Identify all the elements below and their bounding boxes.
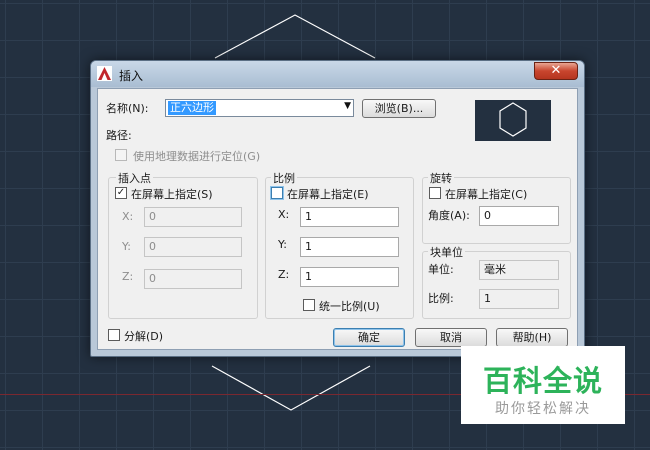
watermark-title: 百科全说 (482, 364, 603, 398)
insertion-z-input[interactable]: 0 (144, 269, 242, 289)
scale-specify-label: 在屏幕上指定(E) (287, 188, 369, 201)
block-unit-title: 块单位 (428, 244, 465, 260)
rotation-specify-checkbox[interactable] (429, 187, 441, 199)
scale-title: 比例 (271, 170, 297, 186)
insertion-x-label: X: (122, 210, 134, 223)
scale-z-label: Z: (278, 268, 290, 281)
path-label: 路径: (106, 129, 132, 142)
insertion-x-input[interactable]: 0 (144, 207, 242, 227)
scale-x-label: X: (278, 208, 290, 221)
watermark-subtitle: 助你轻松解决 (495, 401, 591, 417)
insert-dialog: 插入 ✕ 名称(N): 正六边形 ▼ 浏览(B)... 路径: 使用地理数据进行… (90, 60, 585, 357)
scale-y-label: Y: (278, 238, 287, 251)
angle-input[interactable]: 0 (479, 206, 559, 226)
dialog-title: 插入 (119, 69, 144, 83)
hexagon-top-edges (214, 14, 376, 59)
unit-value: 毫米 (479, 260, 559, 280)
dialog-titlebar[interactable]: 插入 ✕ (91, 61, 584, 87)
close-button[interactable]: ✕ (534, 62, 578, 80)
dropdown-arrow-icon[interactable]: ▼ (344, 101, 351, 111)
autocad-logo-icon (97, 66, 112, 81)
hexagon-preview-icon (499, 102, 527, 137)
explode-label: 分解(D) (124, 330, 164, 343)
insertion-y-input[interactable]: 0 (144, 237, 242, 257)
scale-specify-checkbox[interactable] (271, 187, 283, 199)
insertion-z-label: Z: (122, 270, 134, 283)
ok-button[interactable]: 确定 (333, 328, 405, 347)
uniform-scale-label: 统一比例(U) (319, 300, 380, 313)
explode-checkbox[interactable] (108, 329, 120, 341)
watermark-badge: 百科全说 助你轻松解决 (461, 346, 625, 424)
insertion-y-label: Y: (122, 240, 131, 253)
hexagon-bottom-edges (211, 365, 371, 411)
insertion-specify-label: 在屏幕上指定(S) (131, 188, 213, 201)
scale-y-input[interactable]: 1 (300, 237, 399, 257)
block-preview (475, 100, 551, 141)
rotation-title: 旋转 (428, 170, 454, 186)
factor-value: 1 (479, 289, 559, 309)
insertion-specify-checkbox[interactable]: ✓ (115, 187, 127, 199)
dialog-client-area: 名称(N): 正六边形 ▼ 浏览(B)... 路径: 使用地理数据进行定位(G)… (97, 88, 578, 350)
angle-label: 角度(A): (428, 209, 470, 222)
help-button[interactable]: 帮助(H) (496, 328, 568, 347)
block-name-value: 正六边形 (168, 101, 216, 115)
geo-location-label: 使用地理数据进行定位(G) (133, 150, 261, 163)
geo-location-checkbox[interactable] (115, 149, 127, 161)
insertion-point-title: 插入点 (116, 170, 153, 186)
unit-label: 单位: (428, 263, 454, 276)
factor-label: 比例: (428, 292, 454, 305)
rotation-specify-label: 在屏幕上指定(C) (445, 188, 528, 201)
scale-x-input[interactable]: 1 (300, 207, 399, 227)
browse-button[interactable]: 浏览(B)... (362, 99, 436, 118)
name-label: 名称(N): (106, 102, 149, 115)
block-name-combobox[interactable]: 正六边形 ▼ (165, 99, 354, 117)
cancel-button[interactable]: 取消 (415, 328, 487, 347)
uniform-scale-checkbox[interactable] (303, 299, 315, 311)
scale-z-input[interactable]: 1 (300, 267, 399, 287)
